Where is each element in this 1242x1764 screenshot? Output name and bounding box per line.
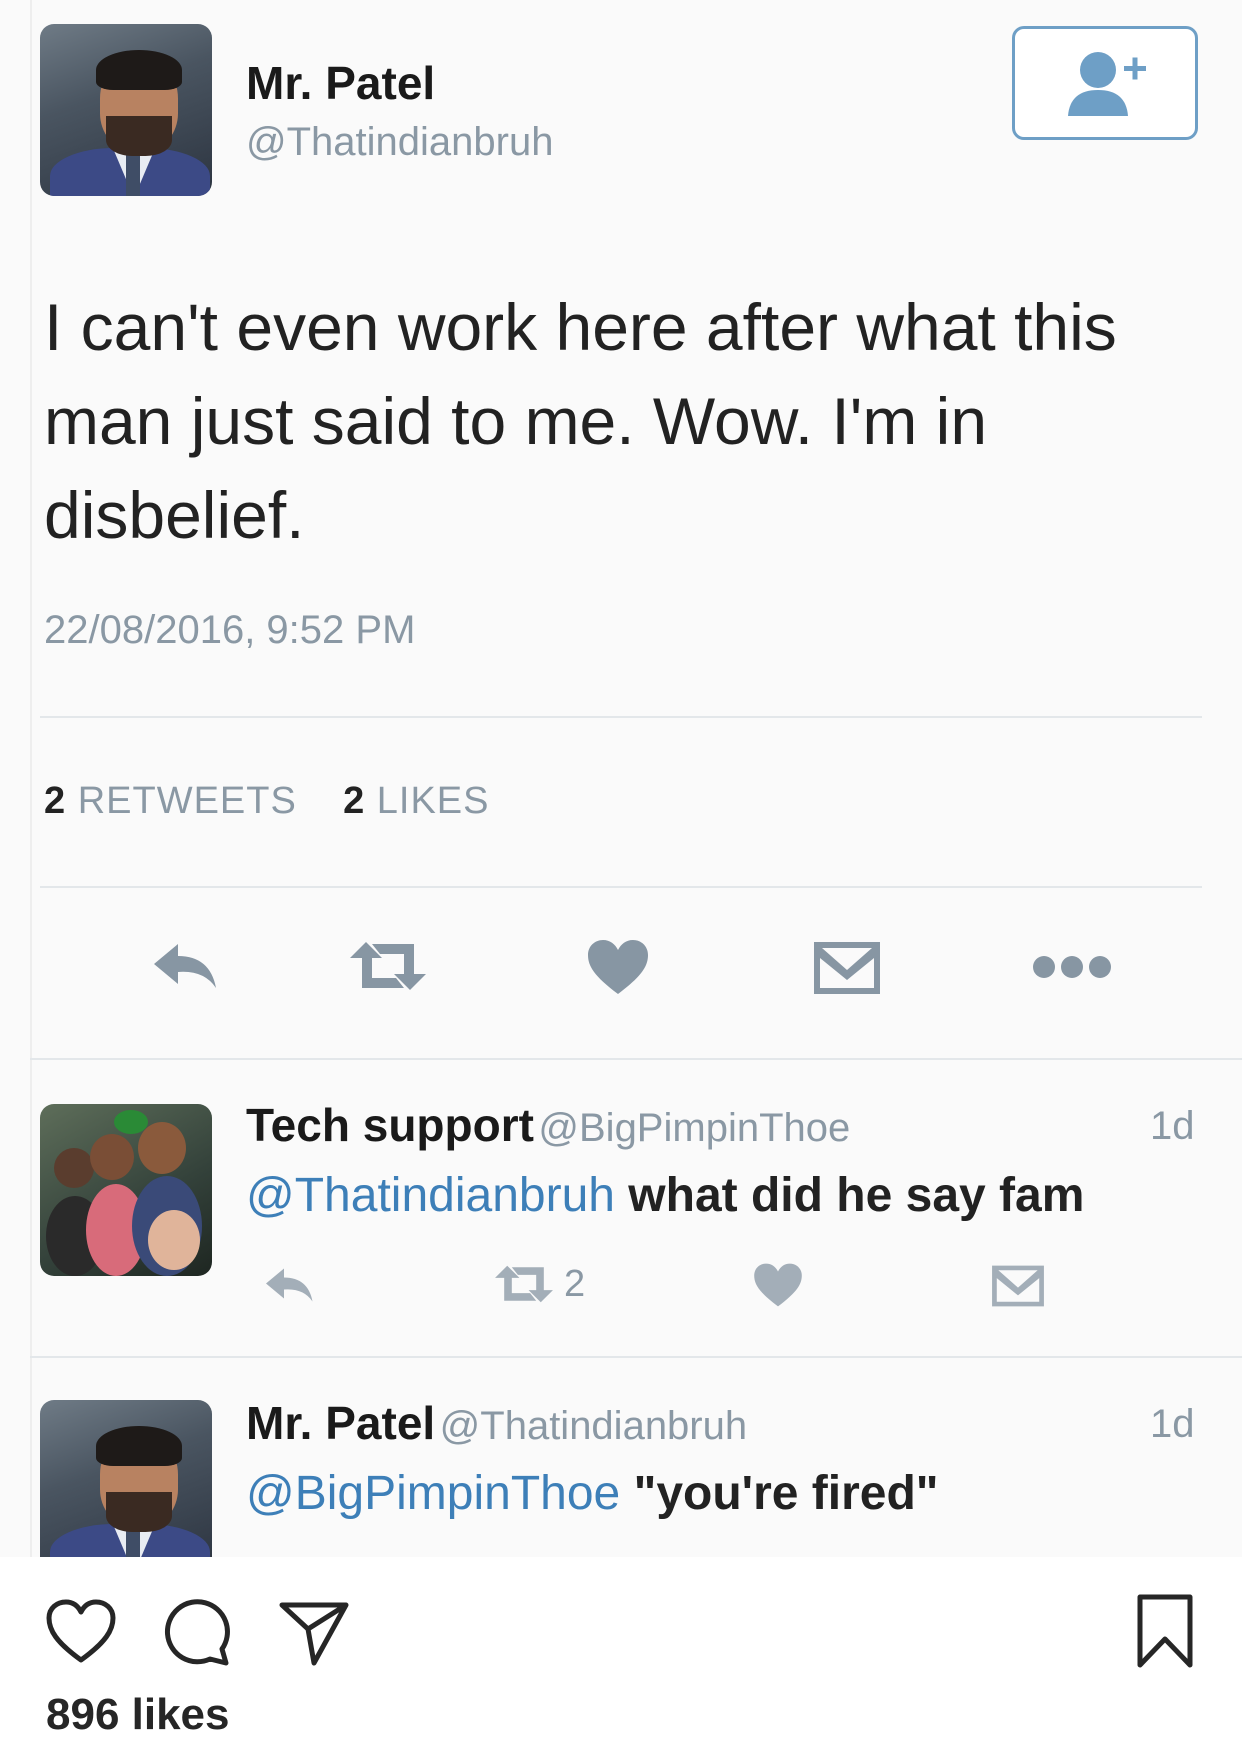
direct-message-icon	[992, 1265, 1044, 1307]
reply-button[interactable]	[150, 938, 222, 994]
reply-body: "you're fired"	[620, 1467, 939, 1520]
tweet-stats: 2 RETWEETS 2 LIKES	[44, 780, 490, 823]
retweet-button[interactable]	[346, 938, 430, 994]
direct-message-icon	[814, 942, 880, 994]
reply-mention[interactable]: @Thatindianbruh	[246, 1169, 615, 1222]
likes-count: 2	[343, 780, 366, 822]
message-button[interactable]	[812, 940, 882, 996]
reply-icon	[154, 944, 216, 988]
heart-icon	[588, 940, 648, 994]
comment-icon	[164, 1599, 230, 1666]
ig-likes-count[interactable]: 896 likes	[46, 1690, 230, 1740]
reply-icon	[266, 1268, 313, 1302]
ig-save-button[interactable]	[1134, 1593, 1196, 1669]
retweet-icon	[495, 1265, 553, 1303]
heart-icon	[754, 1263, 802, 1307]
reply-avatar[interactable]	[40, 1400, 212, 1557]
retweets-count: 2	[44, 780, 67, 822]
reply-body: what did he say fam	[614, 1169, 1085, 1222]
ig-like-button[interactable]	[44, 1597, 118, 1665]
add-user-icon	[1068, 52, 1146, 116]
card-edge	[30, 0, 1242, 1557]
reply-age[interactable]: 1d	[1150, 1104, 1195, 1149]
divider	[40, 886, 1202, 888]
retweets-label[interactable]: RETWEETS	[78, 780, 297, 822]
divider	[40, 716, 1202, 718]
reply-header: Mr. Patel @Thatindianbruh	[246, 1396, 747, 1450]
reply-reply-button[interactable]	[262, 1264, 318, 1306]
follow-button[interactable]	[1012, 26, 1198, 140]
reply-author-handle[interactable]: @Thatindianbruh	[440, 1404, 747, 1448]
reply-author-handle[interactable]: @BigPimpinThoe	[538, 1106, 850, 1150]
author-name[interactable]: Mr. Patel	[246, 56, 435, 110]
divider	[30, 1058, 1242, 1060]
tweet-timestamp: 22/08/2016, 9:52 PM	[44, 608, 416, 652]
reply-message-button[interactable]	[990, 1264, 1046, 1308]
reply-age[interactable]: 1d	[1150, 1402, 1195, 1447]
ig-share-button[interactable]	[276, 1597, 350, 1667]
more-button[interactable]	[1030, 952, 1114, 982]
tweet-screenshot: Mr. Patel @Thatindianbruh I can't even w…	[0, 0, 1242, 1557]
bookmark-icon	[1137, 1594, 1193, 1668]
like-button[interactable]	[586, 938, 650, 996]
reply-avatar[interactable]	[40, 1104, 212, 1276]
share-icon	[279, 1602, 349, 1666]
tweet-text: I can't even work here after what this m…	[44, 290, 1117, 552]
reply-author-name[interactable]: Mr. Patel	[246, 1397, 435, 1449]
author-avatar[interactable]	[40, 24, 212, 196]
reply-mention[interactable]: @BigPimpinThoe	[246, 1467, 620, 1520]
reply-text: @Thatindianbruh what did he say fam	[246, 1168, 1084, 1223]
retweet-icon	[350, 942, 426, 990]
ig-comment-button[interactable]	[160, 1597, 234, 1667]
likes-label[interactable]: LIKES	[377, 780, 490, 822]
author-handle[interactable]: @Thatindianbruh	[246, 120, 553, 165]
reply-like-button[interactable]	[752, 1262, 804, 1308]
divider	[30, 1356, 1242, 1358]
reply-text: @BigPimpinThoe "you're fired"	[246, 1466, 939, 1521]
reply-retweet-button[interactable]: 2	[492, 1262, 585, 1306]
reply-retweet-count: 2	[564, 1262, 586, 1305]
reply-header: Tech support @BigPimpinThoe	[246, 1098, 850, 1152]
heart-icon	[46, 1599, 116, 1663]
reply-author-name[interactable]: Tech support	[246, 1099, 534, 1151]
more-icon	[1033, 956, 1111, 978]
